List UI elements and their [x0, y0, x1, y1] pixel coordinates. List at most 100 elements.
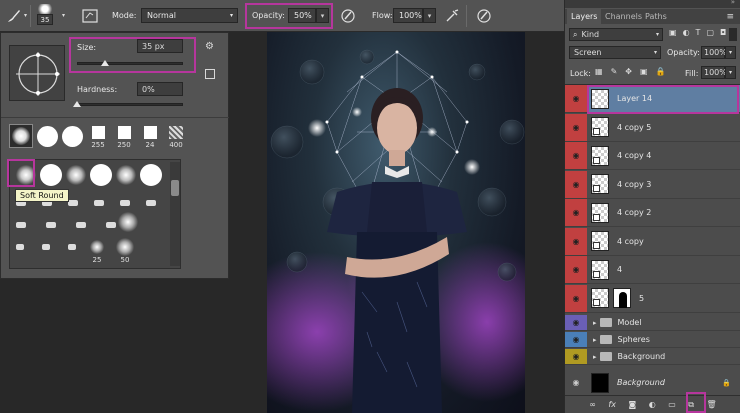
preset-small[interactable] [76, 222, 86, 228]
adjustment-icon[interactable]: ◐ [649, 400, 656, 409]
folder-icon[interactable]: ▭ [668, 400, 676, 409]
eye-icon[interactable]: ◉ [565, 332, 587, 347]
document-image[interactable] [267, 32, 525, 413]
layer-opacity-input[interactable]: 100% [701, 46, 727, 59]
size-slider-track[interactable] [77, 62, 183, 65]
mode-select[interactable]: Normal ▾ [141, 7, 238, 24]
layer-row[interactable]: ◉ 4 [565, 256, 740, 284]
panel-menu-icon[interactable]: ≡ [726, 12, 734, 22]
type-filter-icon[interactable]: T [696, 28, 701, 37]
background-layer-row[interactable]: ◉ Background 🔒 [565, 369, 740, 397]
size-slider-thumb[interactable] [100, 60, 109, 66]
preset-small[interactable] [42, 244, 50, 250]
mask-icon[interactable]: ◙ [628, 400, 636, 409]
trash-icon[interactable]: 🗑 [707, 400, 717, 409]
flow-slider-button[interactable]: ▾ [423, 8, 436, 23]
eye-icon[interactable]: ◉ [565, 369, 587, 396]
brush-preset-picker[interactable]: 35 [36, 4, 54, 28]
scrollbar-thumb[interactable] [171, 180, 179, 196]
preset-small[interactable] [146, 200, 156, 206]
gear-icon[interactable]: ⚙ [205, 41, 214, 52]
link-icon[interactable]: ∞ [589, 400, 596, 409]
image-filter-icon[interactable]: ▣ [669, 28, 677, 37]
new-preset-icon[interactable] [205, 69, 215, 79]
layer-row[interactable]: ◉ 4 copy 5 [565, 113, 740, 142]
preset-square-255[interactable] [92, 126, 105, 139]
layer-row[interactable]: ◉ 4 copy 2 [565, 199, 740, 227]
chevron-right-icon[interactable]: ▸ [593, 319, 597, 327]
layer-row[interactable]: ◉ 4 copy 4 [565, 142, 740, 170]
preset-small[interactable] [68, 200, 78, 206]
eye-icon[interactable]: ◉ [565, 199, 587, 226]
preset-soft-round[interactable] [116, 165, 136, 185]
fill-input[interactable]: 100% [701, 66, 727, 79]
preset-hard-round[interactable] [40, 164, 62, 186]
preset-small[interactable] [68, 244, 76, 250]
lock-transparency-icon[interactable]: ▦ [595, 67, 603, 76]
adjust-filter-icon[interactable]: ◐ [683, 28, 690, 37]
eye-icon[interactable]: ◉ [565, 349, 587, 364]
chevron-down-icon[interactable]: ▾ [62, 7, 65, 24]
preset-soft-round-selected[interactable] [9, 124, 33, 148]
preset-hard-round[interactable] [90, 164, 112, 186]
preset-small[interactable] [46, 222, 56, 228]
preset-small[interactable] [16, 244, 24, 250]
preset-small[interactable] [16, 222, 26, 228]
chevron-right-icon[interactable]: ▸ [593, 336, 597, 344]
group-row[interactable]: ◉ ▸ Model [565, 315, 740, 331]
opacity-slider-button[interactable]: ▾ [316, 8, 329, 23]
layer-opacity-slider-button[interactable]: ▾ [725, 46, 736, 59]
preset-square-250[interactable] [118, 126, 131, 139]
preset-small[interactable] [120, 200, 130, 206]
eye-icon[interactable]: ◉ [565, 227, 587, 255]
pressure-opacity-icon[interactable] [340, 7, 356, 24]
brush-grid-scrollbar[interactable] [170, 162, 180, 266]
filter-toggle[interactable] [729, 28, 737, 41]
preset-square-24[interactable] [144, 126, 157, 139]
lock-artboard-icon[interactable]: ▣ [640, 67, 648, 76]
airbrush-icon[interactable] [444, 7, 460, 24]
preset-soft-round[interactable] [66, 165, 86, 185]
preset-small[interactable] [94, 200, 104, 206]
collapse-icon[interactable]: » [731, 0, 735, 6]
lock-all-icon[interactable]: 🔒 [656, 67, 666, 76]
brush-angle-preview[interactable] [9, 45, 65, 101]
lock-move-icon[interactable]: ✥ [625, 67, 632, 76]
preset-hard-round-large[interactable] [62, 126, 83, 147]
blend-mode-select[interactable]: Screen ▾ [569, 46, 661, 59]
group-row[interactable]: ◉ ▸ Background [565, 349, 740, 365]
layer-row[interactable]: ◉ 4 copy [565, 227, 740, 256]
preset-texture-400[interactable] [169, 126, 183, 139]
hardness-input[interactable]: 0% [137, 82, 183, 96]
tab-channels[interactable]: Channels [601, 9, 646, 24]
group-row[interactable]: ◉ ▸ Spheres [565, 332, 740, 348]
chevron-right-icon[interactable]: ▸ [593, 353, 597, 361]
tab-layers[interactable]: Layers [567, 9, 602, 24]
filter-kind-select[interactable]: ⌕ Kind ▾ [569, 28, 663, 41]
preset-small[interactable] [106, 222, 116, 228]
eye-icon[interactable]: ◉ [565, 85, 587, 112]
tab-paths[interactable]: Paths [641, 9, 671, 24]
brush-tool-icon[interactable]: ▾ [6, 7, 27, 24]
eye-icon[interactable]: ◉ [565, 256, 587, 283]
brush-panel-toggle-icon[interactable] [82, 7, 98, 24]
eye-icon[interactable]: ◉ [565, 113, 587, 141]
layer-row[interactable]: ◉ 5 [565, 284, 740, 313]
eye-icon[interactable]: ◉ [565, 170, 587, 198]
hardness-slider-thumb[interactable] [73, 101, 81, 107]
shape-filter-icon[interactable]: ▢ [706, 28, 714, 37]
flow-field[interactable]: 100% ▾ [393, 7, 436, 24]
preset-soft-50[interactable] [116, 238, 134, 256]
preset-hard-round[interactable] [37, 126, 58, 147]
lock-paint-icon[interactable]: ✎ [611, 67, 618, 76]
opacity-field[interactable]: 50% ▾ [288, 7, 329, 24]
fx-icon[interactable]: fx [608, 400, 616, 409]
preset-soft-round[interactable] [118, 212, 138, 232]
preset-soft-25[interactable] [90, 240, 104, 254]
fill-slider-button[interactable]: ▾ [725, 66, 736, 79]
eye-icon[interactable]: ◉ [565, 284, 587, 312]
preset-hard-round[interactable] [140, 164, 162, 186]
layer-row[interactable]: ◉ 4 copy 3 [565, 170, 740, 199]
layer-mask-thumbnail[interactable] [613, 288, 631, 308]
pressure-size-icon[interactable] [476, 7, 492, 24]
